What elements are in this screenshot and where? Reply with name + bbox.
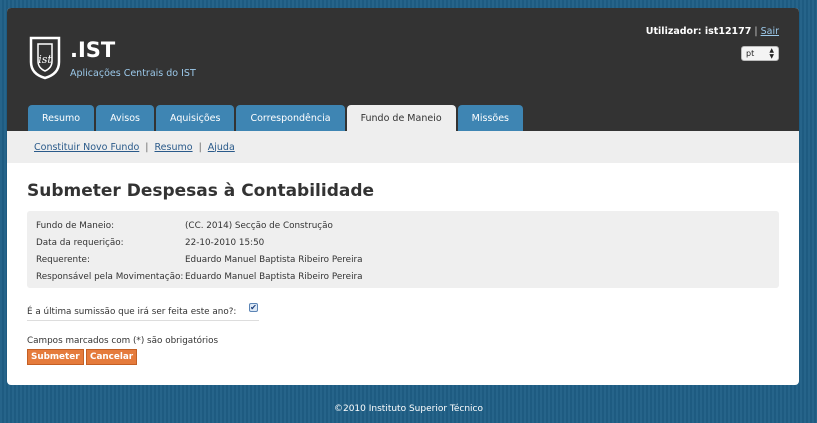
cancel-button[interactable]: Cancelar	[86, 349, 138, 365]
footer-copyright: ©2010 Instituto Superior Técnico	[333, 404, 484, 414]
subnav-resumo[interactable]: Resumo	[155, 142, 193, 153]
tab-avisos[interactable]: Avisos	[96, 105, 154, 131]
subnav-ajuda[interactable]: Ajuda	[208, 142, 235, 153]
subnav-separator: |	[145, 141, 149, 153]
info-value: Eduardo Manuel Baptista Ribeiro Pereira	[185, 254, 363, 265]
language-value: pt	[746, 49, 755, 58]
user-area: Utilizador: ist12177 | Sair	[646, 26, 779, 37]
last-submission-question: É a última sumissão que irá ser feita es…	[27, 303, 259, 321]
brand-subtitle: Aplicações Centrais do IST	[70, 68, 196, 79]
logout-link[interactable]: Sair	[761, 26, 779, 37]
request-info-box: Fundo de Maneio: (CC. 2014) Secção de Co…	[27, 211, 779, 288]
header: ist .IST Aplicações Centrais do IST Util…	[7, 8, 799, 131]
select-arrows-icon: ▲ ▼	[769, 46, 774, 60]
info-row: Responsável pela Movimentação: Eduardo M…	[36, 268, 779, 285]
info-value: (CC. 2014) Secção de Construção	[185, 220, 333, 231]
info-row: Requerente: Eduardo Manuel Baptista Ribe…	[36, 251, 779, 268]
info-label: Requerente:	[36, 254, 90, 265]
tab-resumo[interactable]: Resumo	[28, 105, 95, 131]
info-value: Eduardo Manuel Baptista Ribeiro Pereira	[185, 271, 363, 282]
user-label: Utilizador: ist12177	[645, 26, 752, 37]
ist-logo-icon: ist	[29, 36, 61, 80]
subnav-constituir-novo-fundo[interactable]: Constituir Novo Fundo	[34, 142, 139, 153]
page-title: Submeter Despesas à Contabilidade	[27, 181, 375, 201]
info-row: Data da requerição: 22-10-2010 15:50	[36, 234, 779, 251]
subnav-separator: |	[198, 141, 202, 153]
tab-correspondencia[interactable]: Correspondência	[236, 105, 345, 131]
tab-missoes[interactable]: Missões	[457, 105, 523, 131]
user-separator: |	[754, 26, 758, 37]
brand-title: .IST	[70, 38, 116, 62]
tab-aquisicoes[interactable]: Aquisições	[155, 105, 235, 131]
last-submission-checkbox[interactable]: ✔	[249, 303, 258, 312]
info-label: Fundo de Maneio:	[36, 220, 115, 231]
info-label: Data da requerição:	[36, 237, 124, 248]
info-value: 22-10-2010 15:50	[185, 237, 265, 248]
required-fields-note: Campos marcados com (*) são obrigatórios	[27, 336, 219, 346]
svg-text:ist: ist	[38, 53, 52, 66]
tab-fundo-de-maneio[interactable]: Fundo de Maneio	[346, 105, 456, 131]
submit-button[interactable]: Submeter	[27, 349, 84, 365]
sub-navigation: Constituir Novo Fundo | Resumo | Ajuda	[7, 131, 799, 163]
info-row: Fundo de Maneio: (CC. 2014) Secção de Co…	[36, 217, 779, 234]
language-select[interactable]: pt ▲ ▼	[741, 46, 779, 61]
info-label: Responsável pela Movimentação:	[36, 271, 184, 282]
page-container: ist .IST Aplicações Centrais do IST Util…	[7, 8, 799, 385]
main-tabs: Resumo Avisos Aquisições Correspondência…	[28, 105, 525, 131]
